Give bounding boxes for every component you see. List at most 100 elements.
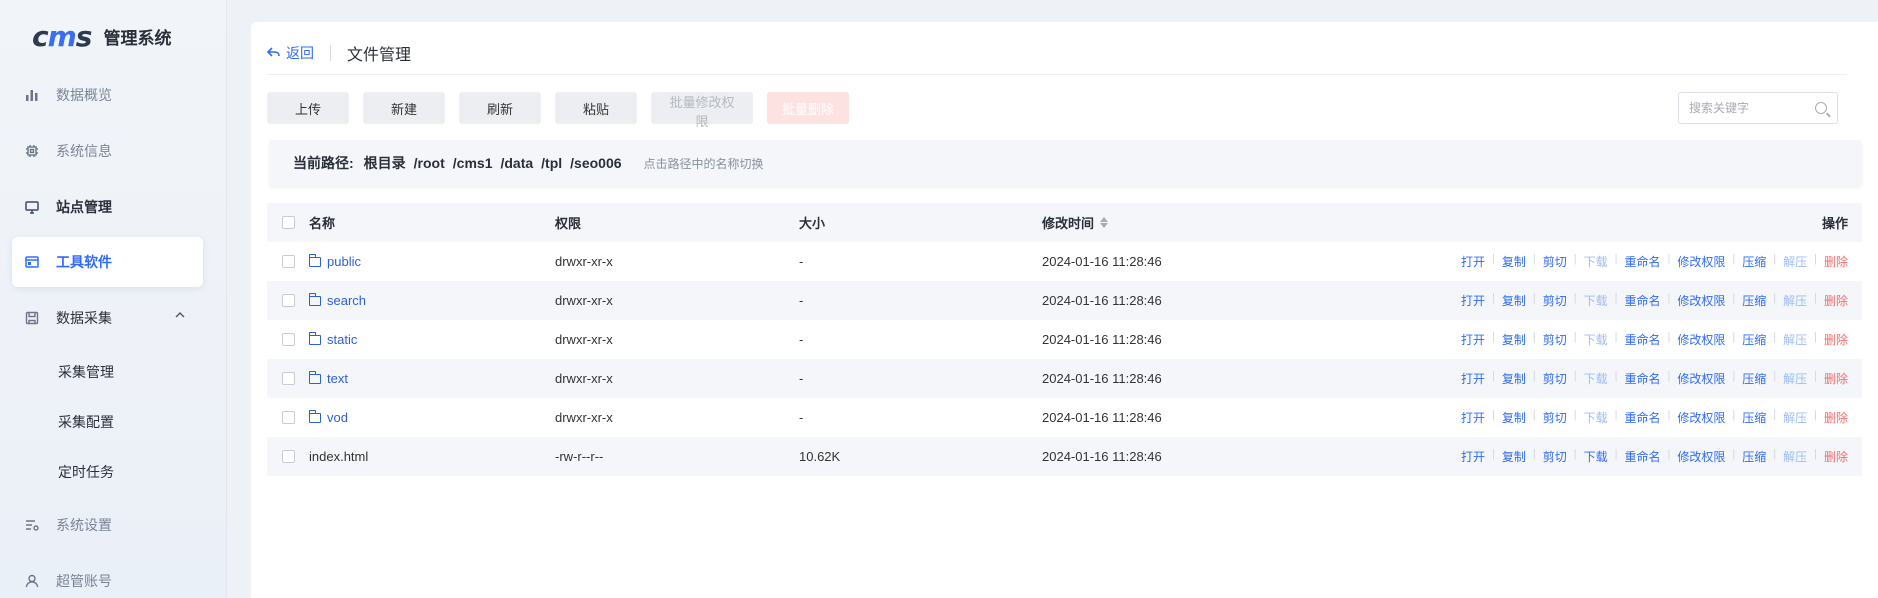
op-chmod-button[interactable]: 修改权限 [1677,370,1725,387]
op-rename-button[interactable]: 重命名 [1624,448,1660,465]
select-all-checkbox[interactable] [281,216,295,229]
op-rename-button[interactable]: 重命名 [1624,331,1660,348]
table-row[interactable]: static drwxr-xr-x - 2024-01-16 11:28:46 打开 | 复… [267,320,1862,359]
op-copy-button[interactable]: 复制 [1502,409,1526,426]
batch-delete-button[interactable]: 批量删除 [767,92,849,124]
op-copy-button[interactable]: 复制 [1502,292,1526,309]
file-name[interactable]: public [327,254,361,269]
op-chmod-button[interactable]: 修改权限 [1677,292,1725,309]
header-mtime[interactable]: 修改时间 [1042,213,1422,232]
op-cut-button[interactable]: 剪切 [1543,331,1567,348]
sidebar-item-admin-account[interactable]: 超管账号 [12,556,203,598]
op-open-button[interactable]: 打开 [1461,448,1485,465]
op-copy-button[interactable]: 复制 [1502,253,1526,270]
op-copy-button[interactable]: 复制 [1502,331,1526,348]
op-download-button[interactable]: 下载 [1584,370,1608,387]
op-copy-button[interactable]: 复制 [1502,448,1526,465]
op-open-button[interactable]: 打开 [1461,409,1485,426]
op-delete-button[interactable]: 删除 [1824,409,1848,426]
op-chmod-button[interactable]: 修改权限 [1677,409,1725,426]
op-delete-button[interactable]: 删除 [1824,331,1848,348]
op-cut-button[interactable]: 剪切 [1543,292,1567,309]
op-extract-button[interactable]: 解压 [1783,370,1807,387]
sort-icon[interactable] [1100,217,1109,228]
sidebar-item-settings[interactable]: 系统设置 [12,500,203,550]
file-name[interactable]: search [327,293,366,308]
op-rename-button[interactable]: 重命名 [1624,292,1660,309]
op-rename-button[interactable]: 重命名 [1624,409,1660,426]
chevron-up-icon[interactable] [175,310,185,322]
sidebar-item-data-collect[interactable]: 数据采集 [12,293,203,343]
op-compress-button[interactable]: 压缩 [1742,370,1766,387]
op-compress-button[interactable]: 压缩 [1742,292,1766,309]
paste-button[interactable]: 粘贴 [555,92,637,124]
row-checkbox[interactable] [281,294,295,307]
op-delete-button[interactable]: 删除 [1824,292,1848,309]
sidebar-item-system-info[interactable]: 系统信息 [12,126,203,176]
op-extract-button[interactable]: 解压 [1783,253,1807,270]
op-chmod-button[interactable]: 修改权限 [1677,253,1725,270]
refresh-button[interactable]: 刷新 [459,92,541,124]
op-cut-button[interactable]: 剪切 [1543,409,1567,426]
sidebar-subitem-collect-config[interactable]: 采集配置 [58,407,114,437]
op-download-button[interactable]: 下载 [1584,448,1608,465]
table-row[interactable]: search drwxr-xr-x - 2024-01-16 11:28:46 打开 | 复… [267,281,1862,320]
row-checkbox[interactable] [281,255,295,268]
upload-button[interactable]: 上传 [267,92,349,124]
sidebar-item-tools[interactable]: 工具软件 [12,237,203,287]
op-download-button[interactable]: 下载 [1584,331,1608,348]
path-segment[interactable]: /seo006 [570,155,621,171]
op-cut-button[interactable]: 剪切 [1543,253,1567,270]
op-extract-button[interactable]: 解压 [1783,409,1807,426]
path-segment[interactable]: /root [414,155,445,171]
op-delete-button[interactable]: 删除 [1824,370,1848,387]
op-compress-button[interactable]: 压缩 [1742,253,1766,270]
op-chmod-button[interactable]: 修改权限 [1677,448,1725,465]
path-segment[interactable]: /data [500,155,533,171]
table-row[interactable]: text drwxr-xr-x - 2024-01-16 11:28:46 打开 | 复制 |… [267,359,1862,398]
op-download-button[interactable]: 下载 [1584,253,1608,270]
op-open-button[interactable]: 打开 [1461,331,1485,348]
op-extract-button[interactable]: 解压 [1783,331,1807,348]
op-copy-button[interactable]: 复制 [1502,370,1526,387]
op-extract-button[interactable]: 解压 [1783,448,1807,465]
file-name[interactable]: text [327,371,348,386]
op-open-button[interactable]: 打开 [1461,253,1485,270]
row-checkbox[interactable] [281,450,295,463]
op-compress-button[interactable]: 压缩 [1742,331,1766,348]
path-segment-root[interactable]: 根目录 [364,153,406,173]
path-segment[interactable]: /cms1 [453,155,493,171]
op-open-button[interactable]: 打开 [1461,292,1485,309]
sidebar-item-overview[interactable]: 数据概览 [12,70,203,120]
op-compress-button[interactable]: 压缩 [1742,409,1766,426]
op-open-button[interactable]: 打开 [1461,370,1485,387]
file-name[interactable]: static [327,332,357,347]
op-cut-button[interactable]: 剪切 [1543,448,1567,465]
table-row[interactable]: vod drwxr-xr-x - 2024-01-16 11:28:46 打开 | 复制 | 剪… [267,398,1862,437]
new-button[interactable]: 新建 [363,92,445,124]
op-download-button[interactable]: 下载 [1584,292,1608,309]
row-checkbox[interactable] [281,372,295,385]
sidebar-subitem-scheduled-tasks[interactable]: 定时任务 [58,457,114,487]
search-input[interactable] [1689,101,1809,115]
row-checkbox[interactable] [281,333,295,346]
table-row[interactable]: index.html -rw-r--r-- 10.62K 2024-01-16 11:… [267,437,1862,476]
sidebar-subitem-collect-manage[interactable]: 采集管理 [58,357,114,387]
op-rename-button[interactable]: 重命名 [1624,253,1660,270]
op-delete-button[interactable]: 删除 [1824,448,1848,465]
batch-chmod-button[interactable]: 批量修改权限 [651,92,753,129]
file-name[interactable]: vod [327,410,348,425]
op-rename-button[interactable]: 重命名 [1624,370,1660,387]
op-extract-button[interactable]: 解压 [1783,292,1807,309]
search-icon[interactable] [1815,102,1827,114]
back-button[interactable]: 返回 [266,43,314,63]
op-cut-button[interactable]: 剪切 [1543,370,1567,387]
path-segment[interactable]: /tpl [541,155,562,171]
table-row[interactable]: public drwxr-xr-x - 2024-01-16 11:28:46 打开 | 复… [267,242,1862,281]
row-checkbox[interactable] [281,411,295,424]
op-chmod-button[interactable]: 修改权限 [1677,331,1725,348]
sidebar-item-sites[interactable]: 站点管理 [12,182,203,232]
op-compress-button[interactable]: 压缩 [1742,448,1766,465]
op-delete-button[interactable]: 删除 [1824,253,1848,270]
op-download-button[interactable]: 下载 [1584,409,1608,426]
